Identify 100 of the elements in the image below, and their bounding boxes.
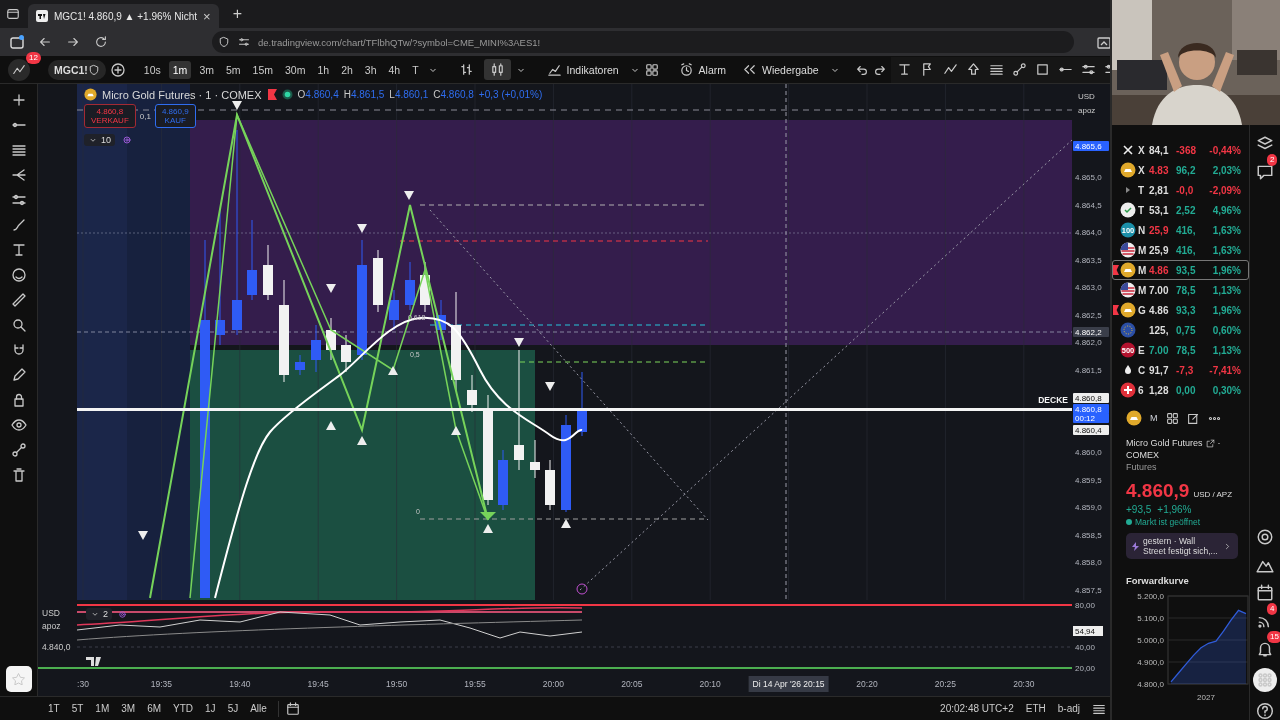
- text-tool-icon[interactable]: [896, 62, 912, 77]
- shield-icon[interactable]: [218, 36, 230, 48]
- interval-button[interactable]: 1m: [168, 60, 192, 79]
- favorites-button[interactable]: [5, 666, 32, 692]
- range-button[interactable]: Alle: [246, 701, 271, 716]
- session-button[interactable]: ETH: [1025, 703, 1046, 714]
- range-button[interactable]: 1J: [201, 701, 220, 716]
- indicator-settings-icon[interactable]: [117, 608, 128, 620]
- interval-button[interactable]: 5m: [221, 60, 245, 79]
- axis-title: 2027: [1197, 693, 1215, 702]
- layout-icon[interactable]: [644, 62, 659, 77]
- watchlist-row[interactable]: X 84,1 -368 -0,44%: [1112, 140, 1249, 160]
- range-button[interactable]: 5J: [223, 701, 243, 716]
- last-price: 4.860,9: [1126, 480, 1190, 502]
- star-icon: [12, 673, 25, 685]
- flag-icon[interactable]: [266, 89, 277, 100]
- axis-label: 20:25: [934, 679, 957, 689]
- interval-button[interactable]: 30m: [281, 60, 310, 79]
- arrow-up-icon[interactable]: [965, 62, 981, 77]
- rectangle-icon[interactable]: [1034, 62, 1050, 77]
- edit-icon[interactable]: [1186, 411, 1200, 425]
- bell-button[interactable]: [1256, 640, 1274, 658]
- adjustment-button[interactable]: b-adj: [1057, 703, 1080, 714]
- calendar-button[interactable]: [1256, 584, 1274, 602]
- interval-button[interactable]: 2h: [337, 60, 357, 79]
- range-button[interactable]: 1M: [91, 701, 114, 716]
- watchlist-row[interactable]: M 7.00 78,5 1,13%: [1112, 280, 1249, 300]
- smiley-icon[interactable]: [10, 267, 27, 283]
- sell-button[interactable]: 4.860,8 VERKAUF: [84, 104, 136, 128]
- replay-button[interactable]: Wiedergabe: [736, 59, 825, 80]
- news-card[interactable]: gestern · Wall Street festigt sich,...: [1126, 533, 1238, 559]
- watchlist-row[interactable]: 6 1,28 0,00 0,30%: [1112, 380, 1249, 400]
- interval-button[interactable]: T: [408, 60, 423, 79]
- triangle-marker: [138, 531, 148, 540]
- lines-icon[interactable]: [10, 142, 27, 158]
- help-button[interactable]: [1256, 702, 1274, 720]
- interval-button[interactable]: 15m: [248, 60, 277, 79]
- buy-button[interactable]: 4.860,9 KAUF: [154, 104, 196, 128]
- eye-icon[interactable]: [10, 417, 27, 433]
- chat-icon: [1256, 163, 1274, 181]
- tab-list-icon[interactable]: [6, 7, 20, 21]
- forward-icon[interactable]: [66, 35, 80, 49]
- interval-button[interactable]: 3m: [195, 60, 218, 79]
- pitchfork-icon[interactable]: [10, 167, 27, 183]
- layout-icon[interactable]: [1165, 411, 1179, 425]
- account-button[interactable]: [8, 58, 30, 81]
- watchlist-row[interactable]: X 4.83 96,2 2,03%: [1112, 160, 1249, 180]
- range-button[interactable]: 1T: [44, 701, 64, 716]
- line-tool-icon[interactable]: [1011, 62, 1027, 77]
- address-bar[interactable]: de.tradingview.com/chart/TFlbhQTw/?symbol=CME_MINI%3AES1!: [212, 31, 1074, 53]
- lines-icon[interactable]: [988, 62, 1004, 77]
- collapse-button[interactable]: 10: [84, 134, 115, 146]
- bell-icon: [1256, 640, 1274, 658]
- change-percent: -2,09%: [1208, 184, 1241, 196]
- watchlist-row[interactable]: M 25,9 416, 1,63%: [1112, 240, 1249, 260]
- site-settings-icon[interactable]: [238, 36, 250, 48]
- link-icon[interactable]: [10, 442, 27, 458]
- pencil-icon[interactable]: [10, 367, 27, 383]
- range-button[interactable]: 6M: [143, 701, 166, 716]
- range-button[interactable]: YTD: [169, 701, 198, 716]
- watchlist-row[interactable]: G 4.86 93,3 1,96%: [1112, 300, 1249, 320]
- grid-button[interactable]: [1253, 668, 1277, 692]
- indicator-settings-icon[interactable]: [121, 134, 133, 146]
- ruler-icon[interactable]: [10, 292, 27, 308]
- interval-button[interactable]: 3h: [360, 60, 381, 79]
- candle-style-button[interactable]: [483, 59, 511, 80]
- back-icon[interactable]: [38, 35, 52, 49]
- interval-button[interactable]: 1h: [313, 60, 334, 79]
- target-button[interactable]: [1256, 528, 1274, 546]
- watchlist-row[interactable]: M 4.86 93,5 1,96%: [1112, 260, 1249, 280]
- range-button[interactable]: 5T: [67, 701, 88, 716]
- collapse-button[interactable]: 2: [86, 608, 112, 620]
- indicators-button[interactable]: Indikatoren: [540, 59, 625, 80]
- interval-button[interactable]: 4h: [384, 60, 405, 79]
- browser-tab[interactable]: MGC1! 4.860,9 ▲ +1.96% Nicht ×: [28, 4, 219, 28]
- alarm-button[interactable]: Alarm: [672, 59, 732, 80]
- reload-icon[interactable]: [94, 35, 108, 49]
- new-tab-button[interactable]: +: [226, 5, 248, 23]
- zigzag-icon[interactable]: [942, 62, 958, 77]
- watchlist-row[interactable]: T 2,81 -0,0 -2,09%: [1112, 180, 1249, 200]
- chat-button[interactable]: [1256, 163, 1274, 181]
- screenshot-icon[interactable]: [1096, 35, 1110, 49]
- axis-label: 4.900,0: [1137, 658, 1164, 667]
- range-button[interactable]: 3M: [117, 701, 140, 716]
- axis-label: 4.861,5: [1075, 365, 1102, 375]
- change-value: 96,2: [1176, 164, 1197, 176]
- workspace-icon[interactable]: [10, 35, 24, 49]
- add-symbol-icon[interactable]: [109, 61, 126, 78]
- external-link-icon[interactable]: [1205, 438, 1215, 448]
- watchlist-row[interactable]: T 53,1 2,52 4,96%: [1112, 200, 1249, 220]
- symbol-search-field[interactable]: MGC1!: [48, 59, 106, 80]
- symbol-text: M: [1138, 264, 1148, 276]
- close-button[interactable]: ×: [203, 8, 211, 24]
- watchlist-row[interactable]: 125, 0,75 0,60%: [1112, 320, 1249, 340]
- interval-button[interactable]: 10s: [139, 60, 165, 79]
- symbol-text: G: [1138, 304, 1147, 316]
- zoom-icon[interactable]: [10, 317, 27, 333]
- axis-label: 20:20: [856, 679, 878, 689]
- watchlist-row[interactable]: C 91,7 -7,3 -7,41%: [1112, 360, 1249, 380]
- calendar-icon[interactable]: [285, 701, 300, 716]
